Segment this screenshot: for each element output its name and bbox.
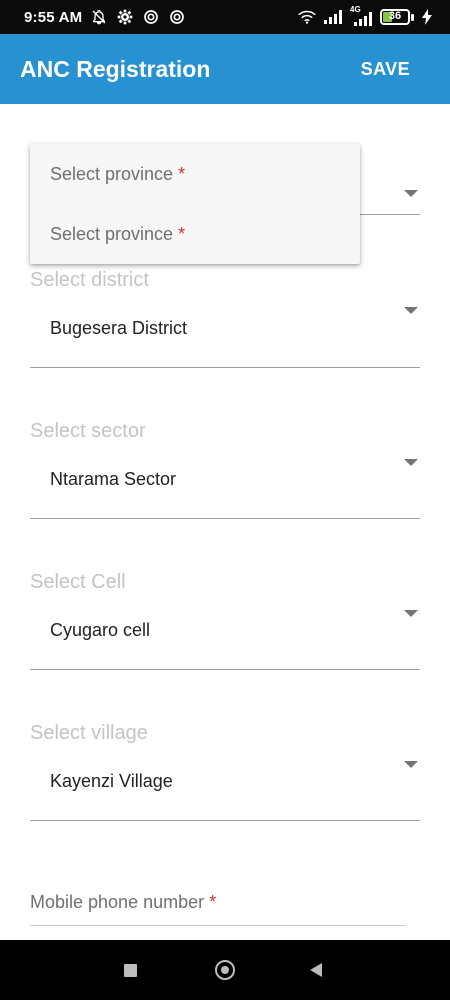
battery-indicator: 36 — [380, 9, 414, 25]
sector-chevron-down-icon[interactable] — [404, 459, 418, 466]
sector-underline — [30, 518, 420, 519]
status-time: 9:55 AM — [24, 8, 83, 26]
dropdown-option-label: Select province — [50, 224, 174, 244]
mobile-phone-input[interactable]: Mobile phone number * — [30, 892, 216, 913]
gear-icon — [116, 8, 134, 26]
signal-4g-icon: 4G — [350, 5, 372, 26]
wifi-icon — [298, 8, 316, 26]
back-icon[interactable] — [310, 963, 322, 977]
province-dropdown-menu: Select province * Select province * — [30, 144, 360, 264]
district-chevron-down-icon[interactable] — [404, 307, 418, 314]
battery-tip — [411, 13, 414, 21]
status-right: 4G 36 — [298, 0, 432, 34]
village-label: Select village — [30, 722, 148, 744]
sync-icon — [168, 8, 186, 26]
mobile-phone-underline — [30, 925, 405, 926]
charging-icon — [422, 8, 432, 26]
dropdown-option[interactable]: Select province * — [50, 224, 185, 245]
required-mark: * — [178, 224, 186, 244]
recent-apps-icon[interactable] — [124, 964, 137, 977]
system-nav-bar — [0, 940, 450, 1000]
province-chevron-down-icon[interactable] — [404, 190, 418, 197]
district-underline — [30, 367, 420, 368]
village-chevron-down-icon[interactable] — [404, 761, 418, 768]
cell-chevron-down-icon[interactable] — [404, 610, 418, 617]
sector-select[interactable]: Ntarama Sector — [50, 469, 176, 490]
dropdown-option[interactable]: Select province * — [50, 164, 185, 185]
app-bar: ANC Registration SAVE — [0, 34, 450, 104]
cell-select[interactable]: Cyugaro cell — [50, 620, 150, 641]
sector-label: Select sector — [30, 420, 146, 442]
village-select[interactable]: Kayenzi Village — [50, 771, 173, 792]
sync-icon — [142, 8, 160, 26]
save-button[interactable]: SAVE — [361, 34, 410, 104]
signal-icon — [324, 8, 342, 26]
mobile-phone-label: Mobile phone number — [30, 892, 205, 912]
notifications-off-icon — [90, 8, 108, 26]
status-bar: 9:55 AM 4G 36 — [0, 0, 450, 34]
village-underline — [30, 820, 420, 821]
battery-icon: 36 — [380, 9, 410, 25]
district-label: Select district — [30, 269, 149, 291]
required-mark: * — [209, 892, 217, 912]
cell-underline — [30, 669, 420, 670]
required-mark: * — [178, 164, 186, 184]
page-title: ANC Registration — [20, 56, 211, 82]
home-icon[interactable] — [215, 960, 235, 980]
status-left: 9:55 AM — [24, 0, 186, 34]
cell-label: Select Cell — [30, 571, 126, 593]
home-icon-center — [221, 966, 229, 974]
battery-level: 36 — [388, 10, 402, 22]
dropdown-option-label: Select province — [50, 164, 174, 184]
district-select[interactable]: Bugesera District — [50, 318, 187, 339]
